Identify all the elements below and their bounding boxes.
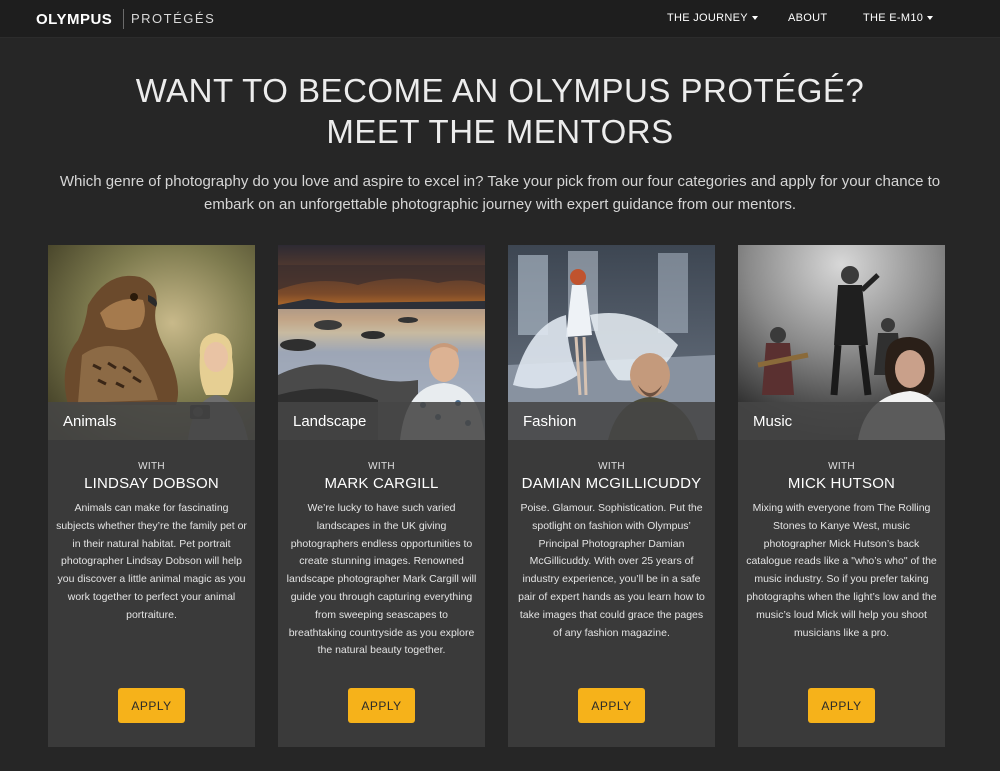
apply-button-animals[interactable]: APPLY	[118, 688, 185, 723]
caret-down-icon	[751, 16, 758, 21]
with-label: WITH	[138, 461, 165, 472]
category-label: Landscape	[293, 413, 367, 430]
page-title: WANT TO BECOME AN OLYMPUS PROTÉGÉ? MEET …	[0, 70, 1000, 152]
nav-item-the-e-m10[interactable]: THE E-M10	[863, 12, 934, 24]
apply-button-fashion[interactable]: APPLY	[578, 688, 645, 723]
mentor-card-fashion: Fashion WITH DAMIAN MCGILLICUDDY Poise. …	[508, 245, 715, 747]
page-title-line-2: MEET THE MENTORS	[326, 113, 674, 150]
mentor-name: MICK HUTSON	[787, 475, 896, 492]
mentor-name: DAMIAN MCGILLICUDDY	[521, 475, 702, 492]
caret-down-icon	[927, 16, 934, 21]
nav-item-label: THE JOURNEY	[667, 12, 748, 24]
mentor-description: Poise. Glamour. Sophistication. Put the …	[518, 502, 705, 639]
mentor-card-music: Music WITH MICK HUTSON Mixing with every…	[738, 245, 945, 747]
nav-item-label: ABOUT	[788, 12, 828, 24]
top-navbar: OLYMPUS PROTÉGÉS THE JOURNEY ABOUT THE E…	[0, 0, 1000, 38]
mentor-name: MARK CARGILL	[324, 475, 439, 492]
mentor-card-animals: Animals WITH LINDSAY DOBSON Animals can …	[48, 245, 255, 747]
mentor-description: Mixing with everyone from The Rolling St…	[746, 502, 937, 639]
nav-item-about[interactable]: ABOUT	[788, 12, 827, 24]
category-label: Music	[753, 413, 793, 430]
nav-item-label: THE E-M10	[863, 12, 924, 24]
proteges-logo-text[interactable]: PROTÉGÉS	[131, 11, 215, 26]
mentor-name: LINDSAY DOBSON	[84, 475, 219, 492]
logo-divider	[123, 9, 124, 29]
apply-button-landscape[interactable]: APPLY	[348, 688, 415, 723]
page-title-line-1: WANT TO BECOME AN OLYMPUS PROTÉGÉ?	[135, 72, 865, 109]
category-label: Fashion	[523, 413, 577, 430]
intro-text: Which genre of photography do you love a…	[59, 173, 941, 213]
olympus-logo[interactable]: OLYMPUS	[36, 11, 112, 28]
with-label: WITH	[368, 461, 395, 472]
category-label: Animals	[63, 413, 117, 430]
with-label: WITH	[828, 461, 855, 472]
nav-item-the-journey[interactable]: THE JOURNEY	[667, 12, 758, 24]
with-label: WITH	[598, 461, 625, 472]
apply-button-music[interactable]: APPLY	[808, 688, 875, 723]
mentor-description: We’re lucky to have such varied landscap…	[286, 502, 477, 657]
mentor-description: Animals can make for fascinating subject…	[56, 502, 247, 621]
mentor-card-landscape: Landscape WITH MARK CARGILL We’re lucky …	[278, 245, 485, 747]
